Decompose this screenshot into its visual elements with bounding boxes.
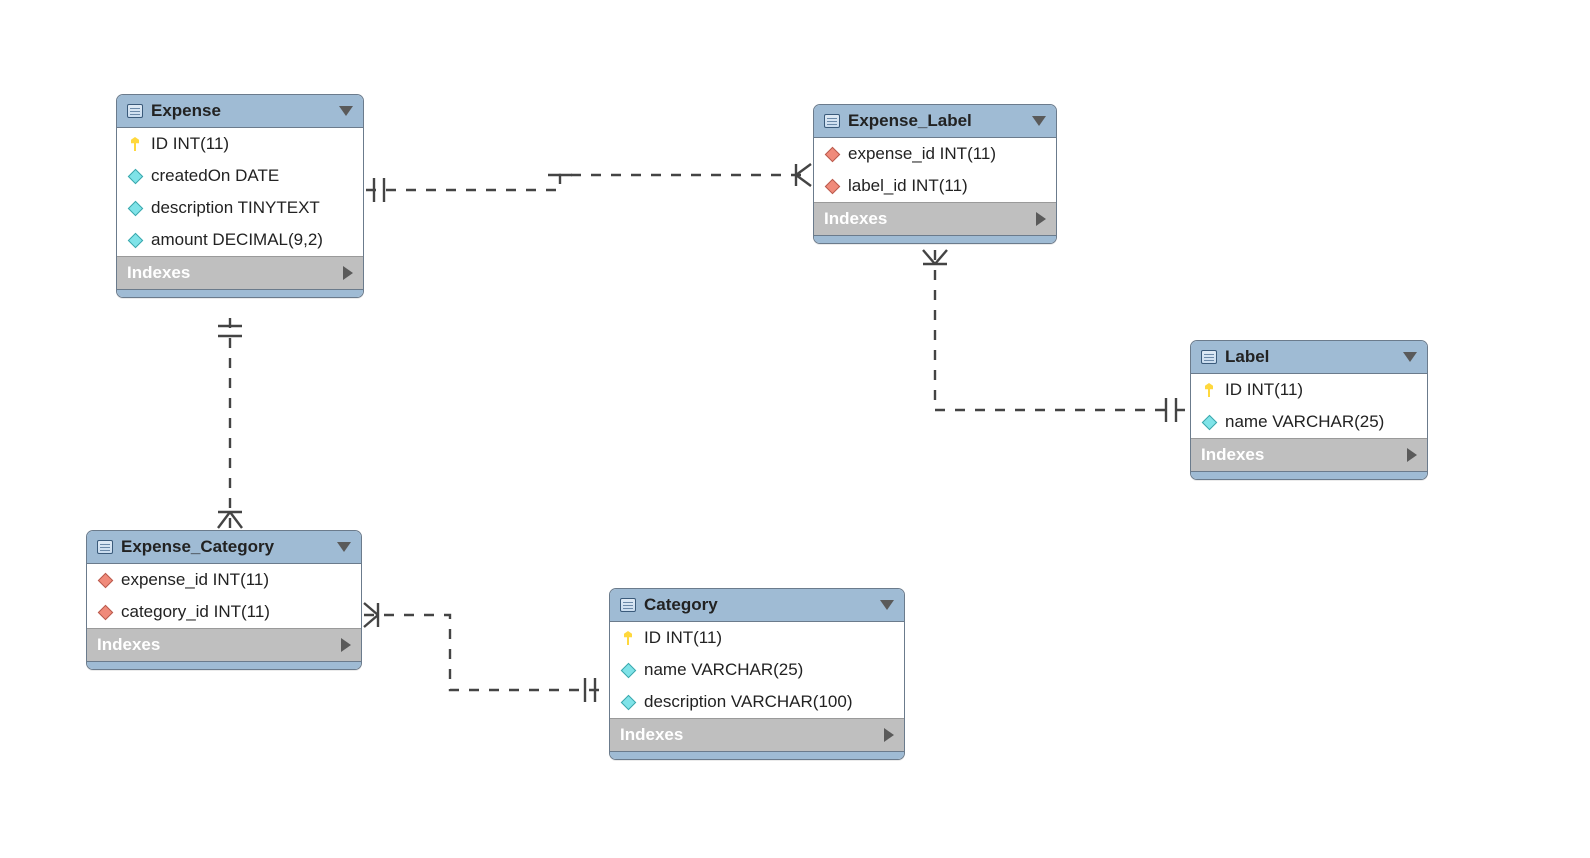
column-label: expense_id INT(11) — [121, 570, 269, 590]
indexes-label: Indexes — [97, 635, 160, 655]
entity-rim — [87, 661, 361, 669]
entity-header[interactable]: Label — [1191, 341, 1427, 374]
entity-title: Expense_Label — [848, 111, 1024, 131]
expand-icon[interactable] — [1036, 212, 1046, 226]
entity-title: Category — [644, 595, 872, 615]
column-icon — [127, 200, 143, 216]
entity-rim — [610, 751, 904, 759]
entity-title: Expense_Category — [121, 537, 329, 557]
collapse-icon[interactable] — [1403, 352, 1417, 362]
column-icon — [620, 694, 636, 710]
indexes-label: Indexes — [127, 263, 190, 283]
collapse-icon[interactable] — [339, 106, 353, 116]
entity-header[interactable]: Expense_Label — [814, 105, 1056, 138]
table-icon — [97, 539, 113, 555]
column-icon — [1201, 414, 1217, 430]
collapse-icon[interactable] — [880, 600, 894, 610]
expand-icon[interactable] — [341, 638, 351, 652]
column-row[interactable]: category_id INT(11) — [87, 596, 361, 628]
entity-columns: ID INT(11) name VARCHAR(25) description VA… — [610, 622, 904, 718]
column-icon — [127, 232, 143, 248]
entity-columns: ID INT(11) createdOn DATE description TINY… — [117, 128, 363, 256]
column-label: name VARCHAR(25) — [644, 660, 803, 680]
collapse-icon[interactable] — [1032, 116, 1046, 126]
column-label: ID INT(11) — [151, 134, 229, 154]
column-label: description VARCHAR(100) — [644, 692, 852, 712]
entity-columns: ID INT(11) name VARCHAR(25) — [1191, 374, 1427, 438]
column-row[interactable]: expense_id INT(11) — [814, 138, 1056, 170]
entity-columns: expense_id INT(11) category_id INT(11) — [87, 564, 361, 628]
column-label: amount DECIMAL(9,2) — [151, 230, 323, 250]
entity-header[interactable]: Expense_Category — [87, 531, 361, 564]
indexes-label: Indexes — [824, 209, 887, 229]
column-icon — [127, 168, 143, 184]
primary-key-icon — [127, 136, 143, 152]
column-label: expense_id INT(11) — [848, 144, 996, 164]
column-label: category_id INT(11) — [121, 602, 270, 622]
column-row[interactable]: createdOn DATE — [117, 160, 363, 192]
column-row[interactable]: amount DECIMAL(9,2) — [117, 224, 363, 256]
table-icon — [824, 113, 840, 129]
column-row[interactable]: description TINYTEXT — [117, 192, 363, 224]
indexes-label: Indexes — [1201, 445, 1264, 465]
entity-expense[interactable]: Expense ID INT(11) createdOn DATE descripti… — [116, 94, 364, 298]
entity-expense-label[interactable]: Expense_Label expense_id INT(11) label_id … — [813, 104, 1057, 244]
indexes-section[interactable]: Indexes — [87, 628, 361, 661]
column-icon — [620, 662, 636, 678]
column-label: ID INT(11) — [1225, 380, 1303, 400]
expand-icon[interactable] — [884, 728, 894, 742]
indexes-section[interactable]: Indexes — [814, 202, 1056, 235]
column-row[interactable]: description VARCHAR(100) — [610, 686, 904, 718]
table-icon — [1201, 349, 1217, 365]
indexes-label: Indexes — [620, 725, 683, 745]
entity-expense-category[interactable]: Expense_Category expense_id INT(11) catego… — [86, 530, 362, 670]
entity-label[interactable]: Label ID INT(11) name VARCHAR(25) Indexes — [1190, 340, 1428, 480]
expand-icon[interactable] — [1407, 448, 1417, 462]
foreign-key-icon — [824, 146, 840, 162]
entity-title: Label — [1225, 347, 1395, 367]
column-row[interactable]: name VARCHAR(25) — [1191, 406, 1427, 438]
foreign-key-icon — [97, 604, 113, 620]
column-label: ID INT(11) — [644, 628, 722, 648]
column-row[interactable]: ID INT(11) — [610, 622, 904, 654]
table-icon — [620, 597, 636, 613]
entity-header[interactable]: Expense — [117, 95, 363, 128]
entity-rim — [1191, 471, 1427, 479]
entity-rim — [117, 289, 363, 297]
indexes-section[interactable]: Indexes — [1191, 438, 1427, 471]
expand-icon[interactable] — [343, 266, 353, 280]
entity-header[interactable]: Category — [610, 589, 904, 622]
column-label: description TINYTEXT — [151, 198, 320, 218]
entity-category[interactable]: Category ID INT(11) name VARCHAR(25) descri… — [609, 588, 905, 760]
entity-title: Expense — [151, 101, 331, 121]
column-label: label_id INT(11) — [848, 176, 968, 196]
table-icon — [127, 103, 143, 119]
column-row[interactable]: ID INT(11) — [117, 128, 363, 160]
indexes-section[interactable]: Indexes — [117, 256, 363, 289]
primary-key-icon — [620, 630, 636, 646]
indexes-section[interactable]: Indexes — [610, 718, 904, 751]
er-diagram-canvas: { "indexes_label": "Indexes", "entities"… — [0, 0, 1590, 858]
entity-columns: expense_id INT(11) label_id INT(11) — [814, 138, 1056, 202]
column-row[interactable]: expense_id INT(11) — [87, 564, 361, 596]
column-row[interactable]: name VARCHAR(25) — [610, 654, 904, 686]
entity-rim — [814, 235, 1056, 243]
column-label: name VARCHAR(25) — [1225, 412, 1384, 432]
collapse-icon[interactable] — [337, 542, 351, 552]
foreign-key-icon — [824, 178, 840, 194]
column-label: createdOn DATE — [151, 166, 279, 186]
column-row[interactable]: label_id INT(11) — [814, 170, 1056, 202]
primary-key-icon — [1201, 382, 1217, 398]
column-row[interactable]: ID INT(11) — [1191, 374, 1427, 406]
foreign-key-icon — [97, 572, 113, 588]
